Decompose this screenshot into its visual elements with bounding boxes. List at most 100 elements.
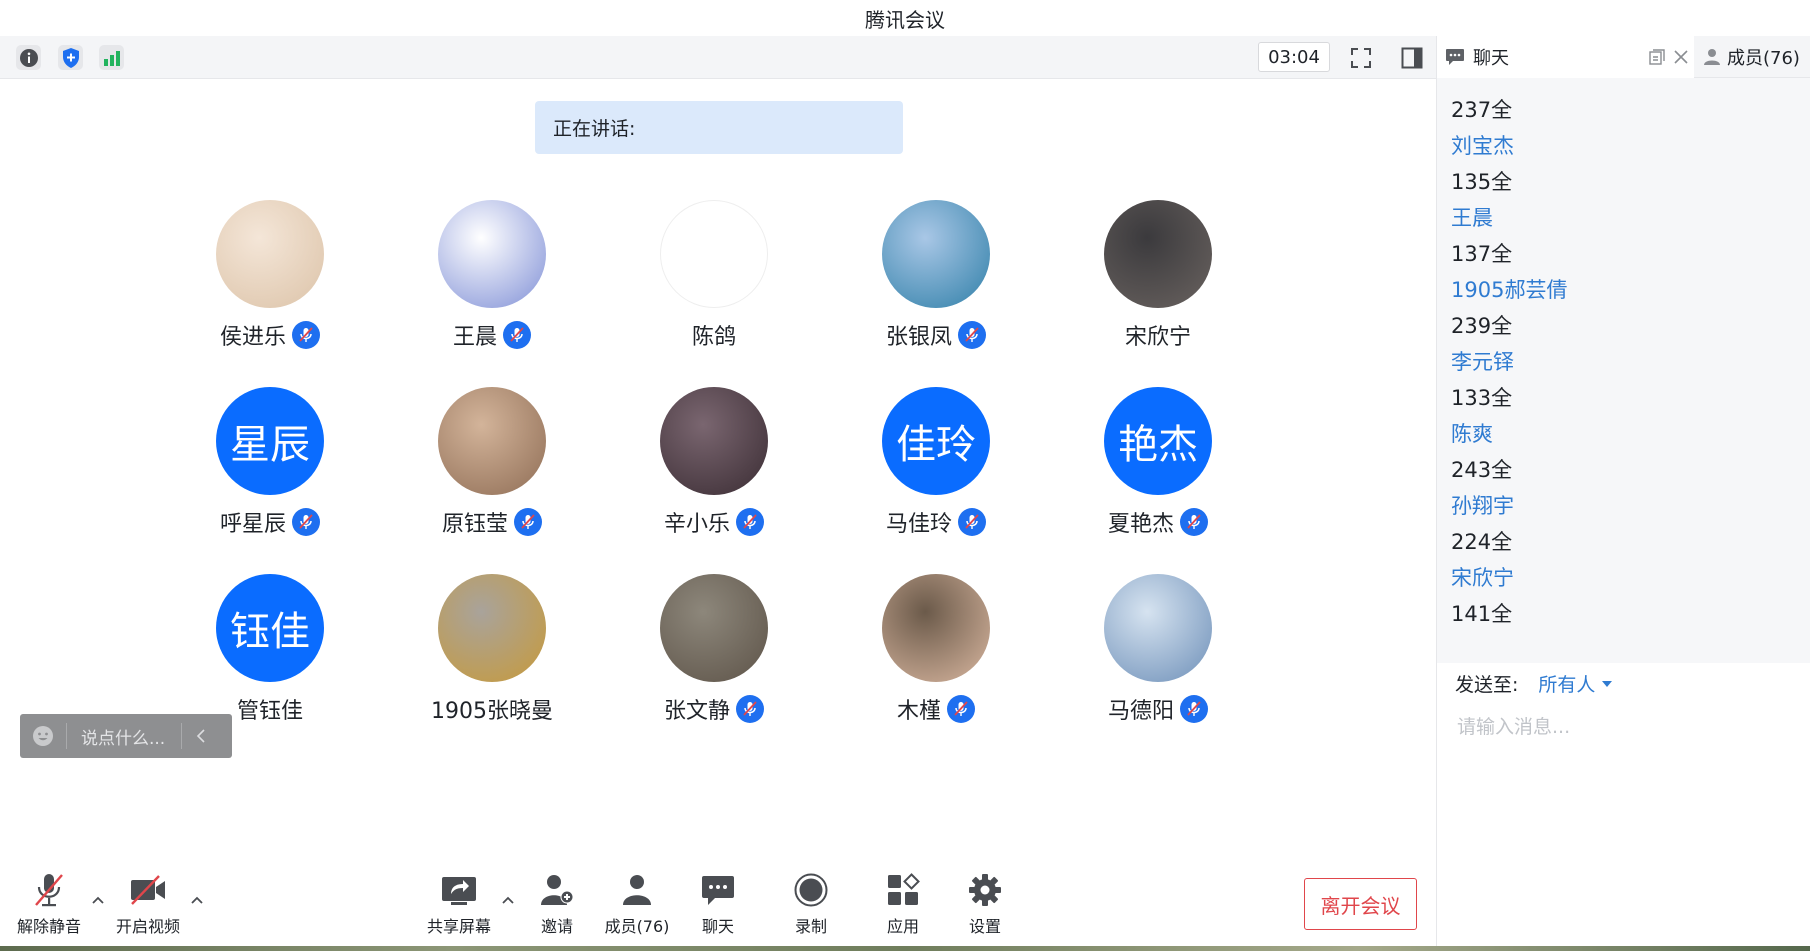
participant-tile[interactable]: 宋欣宁	[1068, 200, 1248, 370]
chat-button[interactable]: 聊天	[675, 872, 761, 942]
message-text: 141全	[1451, 602, 1513, 626]
microphone-muted-icon	[736, 508, 764, 536]
sidebar-toggle-icon[interactable]	[1399, 45, 1424, 70]
start-video-button[interactable]: 开启视频	[105, 872, 191, 942]
chat-label: 聊天	[701, 917, 734, 936]
message-sender[interactable]: 王晨	[1451, 200, 1791, 236]
avatar[interactable]	[438, 200, 546, 308]
tab-members-label: 成员(76)	[1727, 48, 1800, 69]
avatar[interactable]: 佳玲	[882, 387, 990, 495]
settings-label: 设置	[968, 917, 1001, 936]
participant-tile[interactable]: 原钰莹	[402, 387, 582, 557]
participant-tile[interactable]: 马德阳	[1068, 574, 1248, 744]
chevron-up-icon[interactable]	[190, 893, 204, 907]
participant-name-row: 辛小乐	[624, 505, 804, 539]
signal-icon[interactable]	[99, 45, 124, 70]
record-icon	[792, 872, 830, 908]
avatar[interactable]	[1104, 574, 1212, 682]
participant-name-row: 宋欣宁	[1068, 318, 1248, 352]
apps-button[interactable]: 应用	[860, 872, 946, 942]
message-text: 133全	[1451, 386, 1513, 410]
avatar[interactable]	[1104, 200, 1212, 308]
avatar[interactable]	[660, 574, 768, 682]
emoji-icon[interactable]	[32, 725, 54, 747]
shield-icon[interactable]	[58, 45, 83, 70]
quick-comment-bar[interactable]: 说点什么...	[20, 714, 232, 758]
message-sender[interactable]: 陈爽	[1451, 416, 1791, 452]
chevron-up-icon[interactable]	[91, 893, 105, 907]
fullscreen-icon[interactable]	[1348, 45, 1373, 70]
participant-tile[interactable]: 艳杰 夏艳杰	[1068, 387, 1248, 557]
members-button[interactable]: 成员(76)	[594, 872, 680, 942]
top-toolbar: 03:04	[0, 36, 1436, 79]
share-screen-button[interactable]: 共享屏幕	[416, 872, 502, 942]
avatar[interactable]	[882, 200, 990, 308]
unmute-button[interactable]: 解除静音	[6, 872, 92, 942]
participant-tile[interactable]: 辛小乐	[624, 387, 804, 557]
participant-name-row: 陈鸽	[624, 318, 804, 352]
invite-button[interactable]: 邀请	[514, 872, 600, 942]
tab-members[interactable]: 成员(76)	[1695, 36, 1810, 78]
participant-name-row: 马德阳	[1068, 692, 1248, 726]
participant-tile[interactable]: 张银凤	[846, 200, 1026, 370]
participant-name-row: 马佳玲	[846, 505, 1026, 539]
popout-icon[interactable]	[1649, 49, 1665, 65]
meeting-timer: 03:04	[1258, 42, 1330, 72]
chat-message-area[interactable]: 237全 刘宝杰 135全 王晨 137全 1905郝芸倩 239全 李元铎 133全 陈爽 243…	[1437, 78, 1810, 663]
title-bar: 腾讯会议	[0, 0, 1810, 37]
record-button[interactable]: 录制	[768, 872, 854, 942]
start-video-label: 开启视频	[115, 917, 180, 936]
camera-off-icon	[129, 872, 167, 908]
tab-chat[interactable]: 聊天	[1437, 36, 1694, 78]
avatar[interactable]	[438, 387, 546, 495]
participant-name: 管钰佳	[236, 699, 303, 724]
avatar-initials: 佳玲	[896, 422, 976, 468]
send-to-dropdown[interactable]: 所有人	[1538, 670, 1595, 697]
participant-tile[interactable]: 木槿	[846, 574, 1026, 744]
avatar[interactable]	[660, 200, 768, 308]
avatar[interactable]	[882, 574, 990, 682]
avatar[interactable]	[438, 574, 546, 682]
participant-name: 宋欣宁	[1124, 325, 1191, 350]
speaking-indicator: 正在讲话:	[535, 101, 903, 154]
settings-button[interactable]: 设置	[942, 872, 1028, 942]
message-sender[interactable]: 刘宝杰	[1451, 128, 1791, 164]
leave-meeting-button[interactable]: 离开会议	[1304, 878, 1417, 930]
avatar-initials: 星辰	[230, 422, 310, 468]
avatar[interactable]	[660, 387, 768, 495]
microphone-muted-icon	[503, 321, 531, 349]
avatar[interactable]: 星辰	[216, 387, 324, 495]
desktop-background-strip	[0, 946, 1810, 951]
participant-tile[interactable]: 张文静	[624, 574, 804, 744]
avatar[interactable]: 钰佳	[216, 574, 324, 682]
participant-name: 呼星辰	[219, 512, 286, 537]
message-sender[interactable]: 1905郝芸倩	[1451, 272, 1791, 308]
participant-name-row: 张银凤	[846, 318, 1026, 352]
participant-tile[interactable]: 佳玲马佳玲	[846, 387, 1026, 557]
message-sender[interactable]: 孙翔宇	[1451, 488, 1791, 524]
participant-name: 原钰莹	[441, 512, 508, 537]
chevron-down-icon[interactable]	[1602, 680, 1613, 687]
participant-name-row: 夏艳杰	[1068, 505, 1248, 539]
participant-tile[interactable]: 1905张晓曼	[402, 574, 582, 744]
participant-tile[interactable]: 陈鸽	[624, 200, 804, 370]
microphone-muted-icon	[958, 321, 986, 349]
participant-tile[interactable]: 王晨	[402, 200, 582, 370]
participant-tile[interactable]: 星辰呼星辰	[180, 387, 360, 557]
avatar[interactable]	[216, 200, 324, 308]
chat-input[interactable]	[1455, 706, 1789, 748]
participant-tile[interactable]: 侯进乐	[180, 200, 360, 370]
participant-name: 马佳玲	[885, 512, 952, 537]
message-sender[interactable]: 李元铎	[1451, 344, 1791, 380]
side-panel-header: 聊天 成员(76)	[1436, 36, 1810, 78]
info-icon[interactable]	[16, 45, 41, 70]
message-text: 243全	[1451, 458, 1513, 482]
chevron-up-icon[interactable]	[501, 893, 515, 907]
close-icon[interactable]	[1673, 49, 1689, 65]
avatar[interactable]: 艳杰	[1104, 387, 1212, 495]
gear-icon	[966, 872, 1004, 908]
participant-name-row: 1905张晓曼	[402, 692, 582, 726]
chevron-left-icon[interactable]	[196, 729, 206, 743]
participant-name: 张文静	[663, 699, 730, 724]
message-sender[interactable]: 宋欣宁	[1451, 560, 1791, 596]
